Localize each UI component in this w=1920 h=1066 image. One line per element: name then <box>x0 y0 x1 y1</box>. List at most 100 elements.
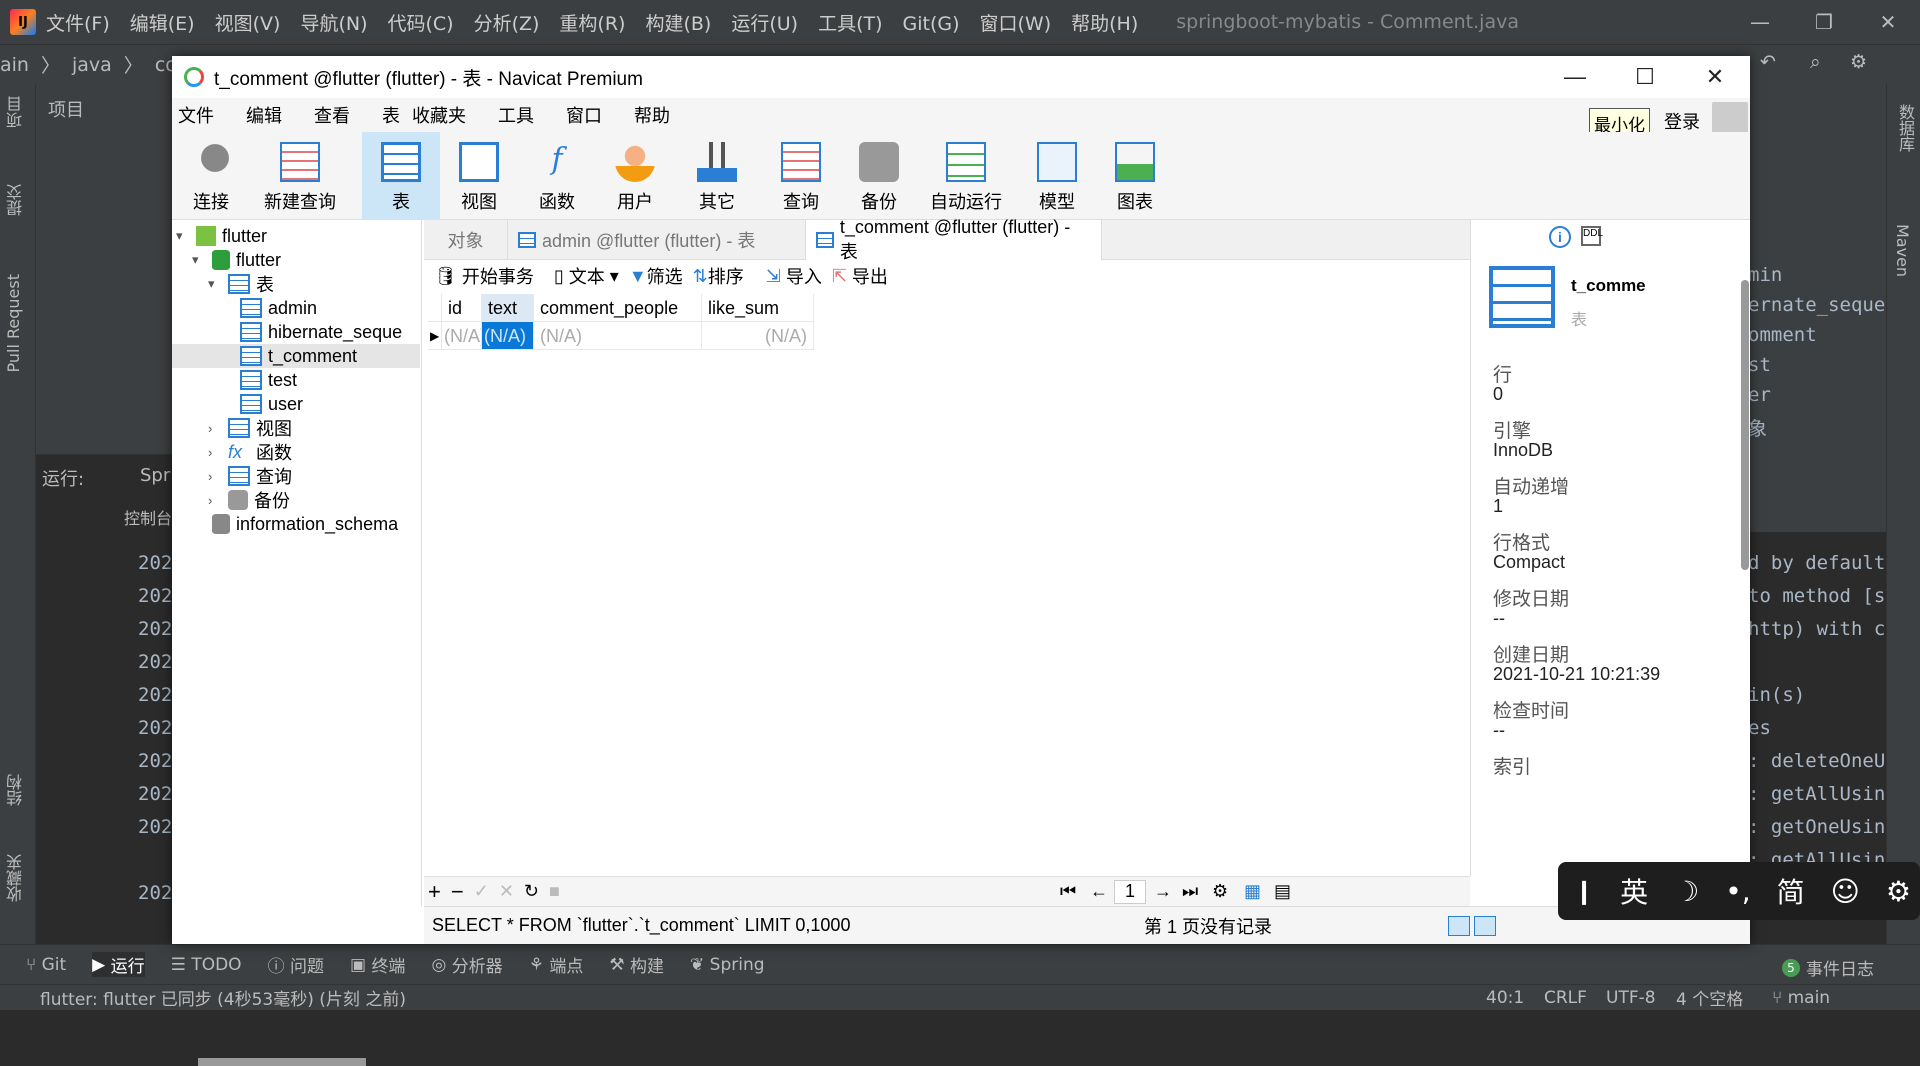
left-tab-favorites[interactable]: 收藏夹 <box>4 854 28 902</box>
refresh-icon[interactable]: ↻ <box>524 881 539 902</box>
right-tab-maven[interactable]: Maven <box>1893 224 1912 277</box>
add-record-button[interactable]: + <box>428 879 441 905</box>
toolbar-backup-button[interactable]: 备份 <box>840 132 918 220</box>
ide-menu-edit[interactable]: 编辑(E) <box>130 13 195 35</box>
tree-table-t-comment[interactable]: t_comment <box>172 344 420 368</box>
info-icon[interactable]: i <box>1549 226 1571 248</box>
tree-table-admin[interactable]: admin <box>240 296 317 320</box>
gear-icon[interactable]: ⚙ <box>1212 881 1228 902</box>
status-line-ending[interactable]: CRLF <box>1544 988 1587 1008</box>
cell-id[interactable]: (N/A) <box>442 322 482 350</box>
bottom-tab-profiler[interactable]: ◎ 分析器 <box>431 952 502 978</box>
ide-restore-button[interactable]: ❐ <box>1792 0 1856 44</box>
tree-table-user[interactable]: user <box>240 392 303 416</box>
punctuation-icon[interactable]: •, <box>1725 875 1750 908</box>
tree-table-test[interactable]: test <box>240 368 297 392</box>
ide-menu-file[interactable]: 文件(F) <box>46 13 110 35</box>
tree-table-hibernate[interactable]: hibernate_seque <box>240 320 402 344</box>
import-button[interactable]: ⇲ 导入 <box>766 263 822 289</box>
ide-menu-analyze[interactable]: 分析(Z) <box>474 13 540 35</box>
moon-icon[interactable]: ☽ <box>1674 875 1699 908</box>
menu-window[interactable]: 窗口 <box>566 102 602 128</box>
ide-menu-view[interactable]: 视图(V) <box>215 13 281 35</box>
toolbar-query-button[interactable]: 查询 <box>762 132 840 220</box>
toolbar-new-query-button[interactable]: 新建查询 <box>250 132 350 220</box>
navicat-close-button[interactable]: ✕ <box>1680 56 1750 98</box>
bottom-tab-build[interactable]: ⚒ 构建 <box>609 952 664 978</box>
menu-tools[interactable]: 工具 <box>498 102 534 128</box>
ide-menu-build[interactable]: 构建(B) <box>645 13 711 35</box>
last-page-icon[interactable]: ⏭ <box>1182 881 1198 902</box>
form-view-icon[interactable]: ▤ <box>1274 881 1291 902</box>
column-header-id[interactable]: id <box>442 294 482 322</box>
ddl-icon[interactable]: DDL <box>1581 226 1603 246</box>
bottom-tab-endpoints[interactable]: ⚘ 端点 <box>529 952 584 978</box>
panel-left-toggle-icon[interactable] <box>1448 915 1470 936</box>
ide-menu-refactor[interactable]: 重构(R) <box>559 13 625 35</box>
undo-icon[interactable]: ↶ <box>1760 51 1776 73</box>
tree-functions-group[interactable]: › fx 函数 <box>208 440 292 464</box>
tree-queries-group[interactable]: › 查询 <box>208 464 292 488</box>
toolbar-model-button[interactable]: 模型 <box>1018 132 1096 220</box>
ide-close-button[interactable]: ✕ <box>1856 0 1920 44</box>
status-message[interactable]: flutter: flutter 已同步 (4秒53毫秒) (片刻 之前) <box>40 985 406 1010</box>
left-tab-structure[interactable]: 结构 <box>4 774 28 806</box>
cell-like-sum[interactable]: (N/A) <box>702 322 814 350</box>
column-header-comment-people[interactable]: comment_people <box>534 294 702 322</box>
cell-comment-people[interactable]: (N/A) <box>534 322 702 350</box>
ime-script-toggle[interactable]: 简 <box>1777 871 1805 911</box>
next-page-icon[interactable]: → <box>1154 881 1172 902</box>
bottom-tab-run[interactable]: ▶ 运行 <box>92 952 145 977</box>
column-header-like-sum[interactable]: like_sum <box>702 294 814 322</box>
bottom-tab-todo[interactable]: ☰ TODO <box>171 955 242 975</box>
ide-menu-window[interactable]: 窗口(W) <box>980 13 1052 35</box>
bottom-tab-spring[interactable]: ❦ Spring <box>690 955 765 975</box>
status-position[interactable]: 40:1 <box>1486 988 1524 1008</box>
tree-views-group[interactable]: › 视图 <box>208 416 292 440</box>
ide-minimize-button[interactable]: — <box>1728 0 1792 44</box>
ide-menu-git[interactable]: Git(G) <box>903 13 960 35</box>
run-config[interactable]: Spr <box>140 465 170 486</box>
bottom-tab-problems[interactable]: ⓘ 问题 <box>268 952 324 977</box>
menu-favorites[interactable]: 收藏夹 <box>412 102 466 128</box>
bottom-tab-terminal[interactable]: ▣ 终端 <box>350 952 405 978</box>
event-log-button[interactable]: 5 事件日志 <box>1782 955 1874 980</box>
export-button[interactable]: ⇱ 导出 <box>832 263 888 289</box>
begin-transaction-button[interactable]: 🛢 开始事务 <box>434 263 534 289</box>
sort-button[interactable]: ⇅ 排序 <box>693 263 744 289</box>
column-header-text[interactable]: text <box>482 294 534 322</box>
toolbar-connect-button[interactable]: 连接 <box>172 132 250 220</box>
tab-admin[interactable]: admin @flutter (flutter) - 表 <box>508 220 806 260</box>
toolbar-view-button[interactable]: 视图 <box>440 132 518 220</box>
right-tab-database[interactable]: 数据库 <box>1893 104 1917 152</box>
console-tab[interactable]: 控制台 <box>124 505 172 529</box>
info-scrollbar[interactable] <box>1741 280 1749 570</box>
left-tab-commit[interactable]: 提交 <box>4 184 28 216</box>
ide-menu-tools[interactable]: 工具(T) <box>818 13 882 35</box>
toolbar-other-button[interactable]: 其它 <box>672 132 762 220</box>
ime-language-toggle[interactable]: 英 <box>1620 871 1648 911</box>
first-page-icon[interactable]: ⏮ <box>1060 881 1076 902</box>
emoji-icon[interactable]: ☺ <box>1831 875 1860 908</box>
project-panel-label[interactable]: 项目 <box>48 96 84 122</box>
menu-table[interactable]: 表 <box>382 102 400 128</box>
bottom-tab-git[interactable]: ⑂ Git <box>26 955 66 975</box>
ime-handle-icon[interactable]: ❙ <box>1574 877 1594 905</box>
gear-icon[interactable]: ⚙ <box>1850 51 1867 73</box>
tree-tables-group[interactable]: ▾ 表 <box>208 272 274 296</box>
page-number-input[interactable]: 1 <box>1114 879 1146 904</box>
previous-page-icon[interactable]: ← <box>1090 881 1108 902</box>
ide-menu-navigate[interactable]: 导航(N) <box>300 13 367 35</box>
navicat-minimize-button[interactable]: — <box>1540 56 1610 98</box>
tree-database[interactable]: ▾ flutter <box>192 248 281 272</box>
ide-menu-run[interactable]: 运行(U) <box>731 13 798 35</box>
menu-help[interactable]: 帮助 <box>634 102 670 128</box>
tree-database-information-schema[interactable]: information_schema <box>212 512 398 536</box>
search-icon[interactable]: ⌕ <box>1810 51 1821 73</box>
toolbar-table-button[interactable]: 表 <box>362 132 440 220</box>
filter-button[interactable]: ▼ 筛选 <box>629 263 683 289</box>
tree-backups-group[interactable]: › 备份 <box>208 488 290 512</box>
menu-view[interactable]: 查看 <box>314 102 350 128</box>
ide-menu-help[interactable]: 帮助(H) <box>1071 13 1138 35</box>
gear-icon[interactable]: ⚙ <box>1886 875 1911 908</box>
